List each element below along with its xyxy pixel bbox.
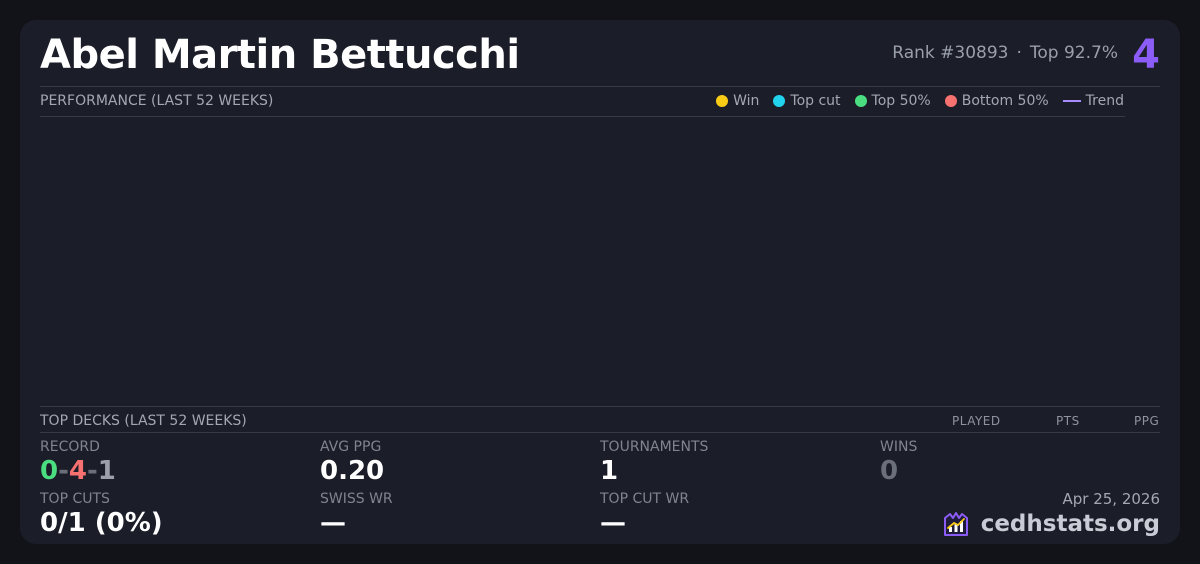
legend-item-top-cut: Top cut	[773, 93, 841, 109]
rank-separator: ·	[1016, 43, 1022, 63]
top-cut-wr-value: —	[600, 508, 626, 538]
cedhstats-logo-icon	[943, 512, 968, 536]
top-decks-label: TOP DECKS (LAST 52 WEEKS)	[40, 413, 247, 429]
legend-dot-icon	[773, 95, 786, 107]
tournaments-label: TOURNAMENTS	[600, 439, 709, 455]
player-card: Abel Martin Bettucchi Rank #30893 · Top 92…	[20, 20, 1180, 544]
legend-label: Top 50%	[871, 93, 931, 109]
avg-ppg-label: AVG PPG	[320, 439, 382, 455]
record-separator: -	[58, 456, 69, 486]
player-name: Abel Martin Bettucchi	[40, 32, 520, 78]
record-wins: 0	[40, 456, 59, 486]
tournaments-value: 1	[600, 456, 619, 486]
column-header-played: PLAYED	[952, 414, 1001, 428]
divider	[40, 86, 1160, 87]
column-header-pts: PTS	[1056, 414, 1080, 428]
wins-label: WINS	[880, 439, 918, 455]
legend-line-icon	[1062, 100, 1081, 102]
avg-ppg-value: 0.20	[320, 456, 385, 486]
swiss-wr-label: SWISS WR	[320, 491, 393, 507]
performance-label: PERFORMANCE (LAST 52 WEEKS)	[40, 93, 274, 109]
divider	[40, 432, 1160, 433]
legend-label: Top cut	[790, 93, 841, 109]
brand: cedhstats.org	[941, 509, 1160, 539]
top-cuts-label: TOP CUTS	[40, 491, 110, 507]
legend-item-trend: Trend	[1062, 93, 1124, 109]
legend-label: Trend	[1085, 93, 1124, 109]
legend-item-win: Win	[716, 93, 759, 109]
record-separator: -	[86, 456, 98, 486]
divider	[40, 406, 1160, 407]
column-header-ppg: PPG	[1134, 414, 1160, 428]
legend-label: Win	[733, 93, 760, 109]
top-cut-wr-label: TOP CUT WR	[600, 491, 690, 507]
rank-number: 4	[1132, 32, 1160, 78]
swiss-wr-value: —	[320, 508, 346, 538]
legend-item-top-50: Top 50%	[854, 93, 931, 109]
legend-dot-icon	[716, 95, 729, 107]
performance-chart-area	[40, 117, 1125, 405]
wins-value: 0	[880, 456, 899, 486]
record-label: RECORD	[40, 439, 100, 455]
record-value: 0-4-1	[40, 456, 116, 486]
chart-legend: Win Top cut Top 50% Bottom 50% Trend	[716, 93, 1124, 109]
legend-dot-icon	[944, 95, 957, 107]
legend-label: Bottom 50%	[961, 93, 1049, 109]
rank-text: Rank #30893	[892, 43, 1009, 63]
legend-item-bottom-50: Bottom 50%	[944, 93, 1049, 109]
brand-name: cedhstats.org	[980, 511, 1160, 537]
legend-dot-icon	[854, 95, 867, 107]
record-losses: 4	[68, 456, 87, 486]
top-cuts-value: 0/1 (0%)	[40, 508, 163, 538]
snapshot-date: Apr 25, 2026	[1062, 490, 1160, 508]
top-percent: Top 92.7%	[1029, 43, 1118, 63]
rank-summary: Rank #30893 · Top 92.7%	[892, 43, 1118, 63]
record-draws: 1	[97, 456, 116, 486]
